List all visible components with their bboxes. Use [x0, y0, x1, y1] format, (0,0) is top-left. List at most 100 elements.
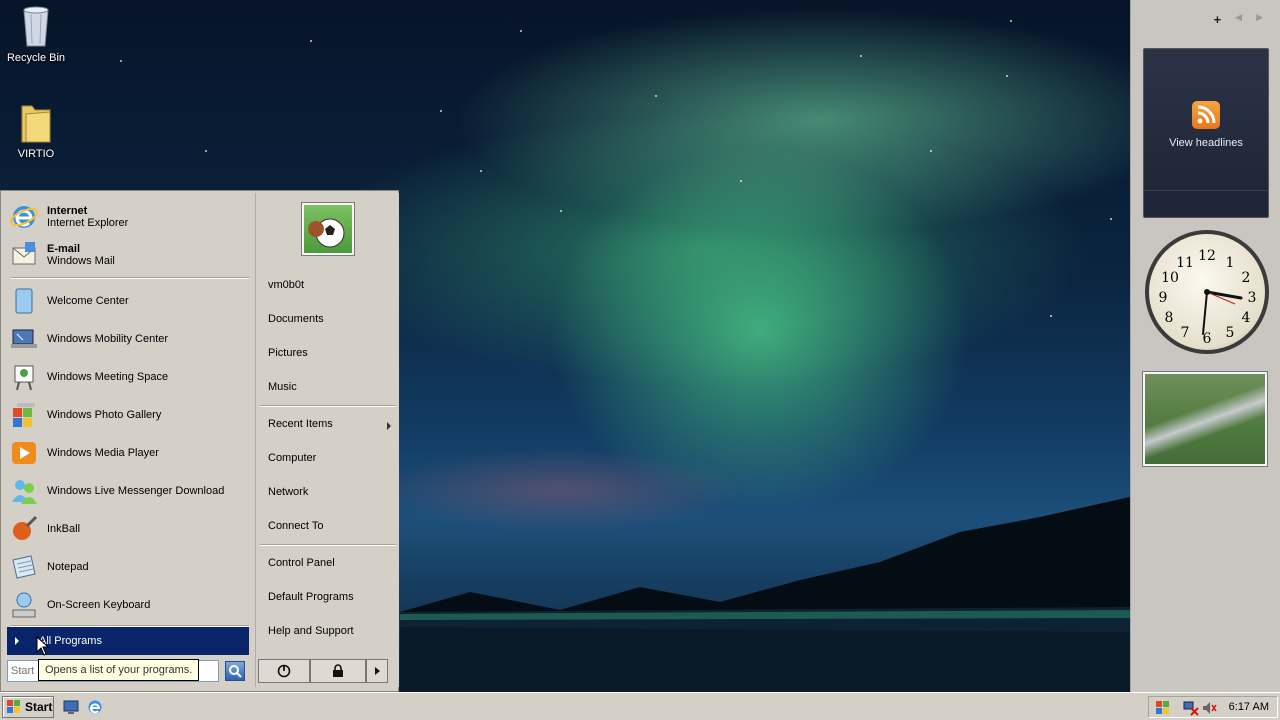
desktop-icon-label: Recycle Bin [6, 52, 66, 64]
places-documents[interactable]: Documents [268, 313, 324, 325]
notepad-icon [9, 552, 39, 582]
feed-headlines-gadget[interactable]: View headlines [1143, 48, 1269, 218]
windows-mail-icon [9, 240, 39, 270]
recent-windows-mobility-center[interactable]: Windows Mobility Center [9, 321, 249, 357]
messenger-icon [9, 476, 39, 506]
recent-windows-meeting-space[interactable]: Windows Meeting Space [9, 359, 249, 395]
clock-number: 1 [1226, 255, 1235, 271]
places-connect-to[interactable]: Connect To [268, 520, 323, 532]
meeting-space-icon [9, 362, 39, 392]
recent-welcome-center[interactable]: Welcome Center [9, 283, 249, 319]
places-recent-items[interactable]: Recent Items [268, 418, 333, 430]
all-programs-tooltip: Opens a list of your programs. [38, 659, 200, 681]
chevron-right-icon [15, 637, 19, 645]
tray-clock[interactable]: 6:17 AM [1229, 701, 1269, 713]
places-network[interactable]: Network [268, 486, 308, 498]
mouse-cursor-icon [36, 636, 50, 656]
internet-explorer-icon [9, 202, 39, 232]
recent-inkball[interactable]: InkBall [9, 511, 249, 547]
recent-item-label: On-Screen Keyboard [47, 599, 151, 611]
clock-number: 5 [1226, 325, 1235, 341]
places-computer[interactable]: Computer [268, 452, 316, 464]
mobility-center-icon [9, 324, 39, 354]
lock-button[interactable] [310, 659, 366, 683]
power-button[interactable] [258, 659, 310, 683]
show-desktop-icon[interactable] [62, 698, 80, 716]
recent-item-label: Notepad [47, 561, 89, 573]
recycle-bin-icon [18, 4, 54, 48]
windows-sidebar: + ◀ ▶ View headlines 12 1 2 3 4 5 6 7 8 … [1130, 0, 1280, 692]
sidebar-controls: + ◀ ▶ [1214, 12, 1263, 27]
pinned-title: Internet [47, 204, 88, 217]
recent-item-label: Windows Media Player [47, 447, 159, 459]
clock-number: 2 [1242, 270, 1251, 286]
lock-icon [333, 664, 343, 677]
clock-number: 11 [1176, 255, 1194, 271]
pinned-internet[interactable]: Internet Internet Explorer [9, 199, 249, 235]
taskbar: Start 6:17 AM [0, 692, 1280, 720]
desktop-icon-virtio[interactable]: VIRTIO [0, 100, 72, 160]
places-default-programs[interactable]: Default Programs [268, 591, 354, 603]
next-page-button[interactable]: ▶ [1256, 12, 1263, 27]
places-music[interactable]: Music [268, 381, 297, 393]
recent-item-label: Windows Photo Gallery [47, 409, 162, 421]
clock-number: 10 [1161, 270, 1179, 286]
recent-item-label: Windows Live Messenger Download [47, 485, 225, 497]
magnifier-icon [229, 665, 242, 678]
inkball-icon [9, 514, 39, 544]
start-button[interactable]: Start [2, 696, 54, 718]
recent-item-label: Windows Mobility Center [47, 333, 169, 345]
clock-hour-hand [1205, 290, 1243, 300]
start-menu: Internet Internet Explorer E-mail Windows … [0, 190, 399, 692]
pinned-subtitle: Windows Mail [47, 254, 115, 267]
slide-show-gadget[interactable] [1142, 371, 1268, 467]
menu-separator [260, 405, 396, 407]
gadget-footer [1144, 190, 1268, 217]
recent-notepad[interactable]: Notepad [9, 549, 249, 585]
menu-separator [260, 544, 396, 546]
shutdown-options-button[interactable] [366, 659, 388, 683]
add-gadget-button[interactable]: + [1214, 12, 1222, 27]
places-user-folder[interactable]: vm0b0t [268, 279, 304, 291]
recent-windows-media-player[interactable]: Windows Media Player [9, 435, 249, 471]
start-menu-places-pane: vm0b0t Documents Pictures Music Recent I… [255, 193, 399, 687]
notification-area: 6:17 AM [1148, 696, 1278, 718]
keyboard-icon [9, 590, 39, 620]
clock-minute-hand [1202, 291, 1208, 335]
clock-number: 7 [1181, 325, 1190, 341]
places-help-and-support[interactable]: Help and Support [268, 625, 354, 637]
clock-gadget[interactable]: 12 1 2 3 4 5 6 7 8 9 10 11 [1145, 230, 1269, 354]
places-pictures[interactable]: Pictures [268, 347, 308, 359]
search-button[interactable] [225, 661, 245, 681]
desktop-icon-recycle-bin[interactable]: Recycle Bin [0, 4, 72, 64]
desktop-icon-label: VIRTIO [17, 148, 55, 160]
recent-item-label: Welcome Center [47, 295, 129, 307]
recent-windows-photo-gallery[interactable]: Windows Photo Gallery [9, 397, 249, 433]
windows-security-icon[interactable] [1155, 700, 1171, 716]
pinned-title: E-mail [47, 242, 81, 255]
volume-muted-icon[interactable] [1201, 700, 1217, 716]
menu-separator [11, 277, 249, 279]
recent-item-label: Windows Meeting Space [47, 371, 169, 383]
network-disconnected-icon[interactable] [1183, 700, 1199, 716]
chevron-right-icon [374, 667, 380, 675]
photo-gallery-icon [9, 400, 39, 430]
clock-number: 3 [1248, 290, 1257, 306]
soccer-ball-avatar-icon [308, 218, 345, 248]
places-control-panel[interactable]: Control Panel [268, 557, 335, 569]
user-picture[interactable] [301, 202, 355, 256]
clock-number: 8 [1165, 310, 1174, 326]
chevron-right-icon [387, 422, 391, 430]
previous-page-button[interactable]: ◀ [1235, 12, 1242, 27]
start-button-label: Start [25, 700, 53, 714]
start-menu-programs-pane: Internet Internet Explorer E-mail Windows … [3, 193, 253, 647]
pinned-email[interactable]: E-mail Windows Mail [9, 237, 249, 273]
rss-icon [1192, 101, 1220, 129]
pinned-subtitle: Internet Explorer [47, 216, 129, 229]
recent-on-screen-keyboard[interactable]: On-Screen Keyboard [9, 587, 249, 623]
welcome-center-icon [9, 286, 39, 316]
recent-windows-live-messenger-download[interactable]: Windows Live Messenger Download [9, 473, 249, 509]
internet-explorer-quicklaunch-icon[interactable] [86, 698, 104, 716]
recent-item-label: InkBall [47, 523, 81, 535]
windows-flag-icon [7, 700, 20, 713]
